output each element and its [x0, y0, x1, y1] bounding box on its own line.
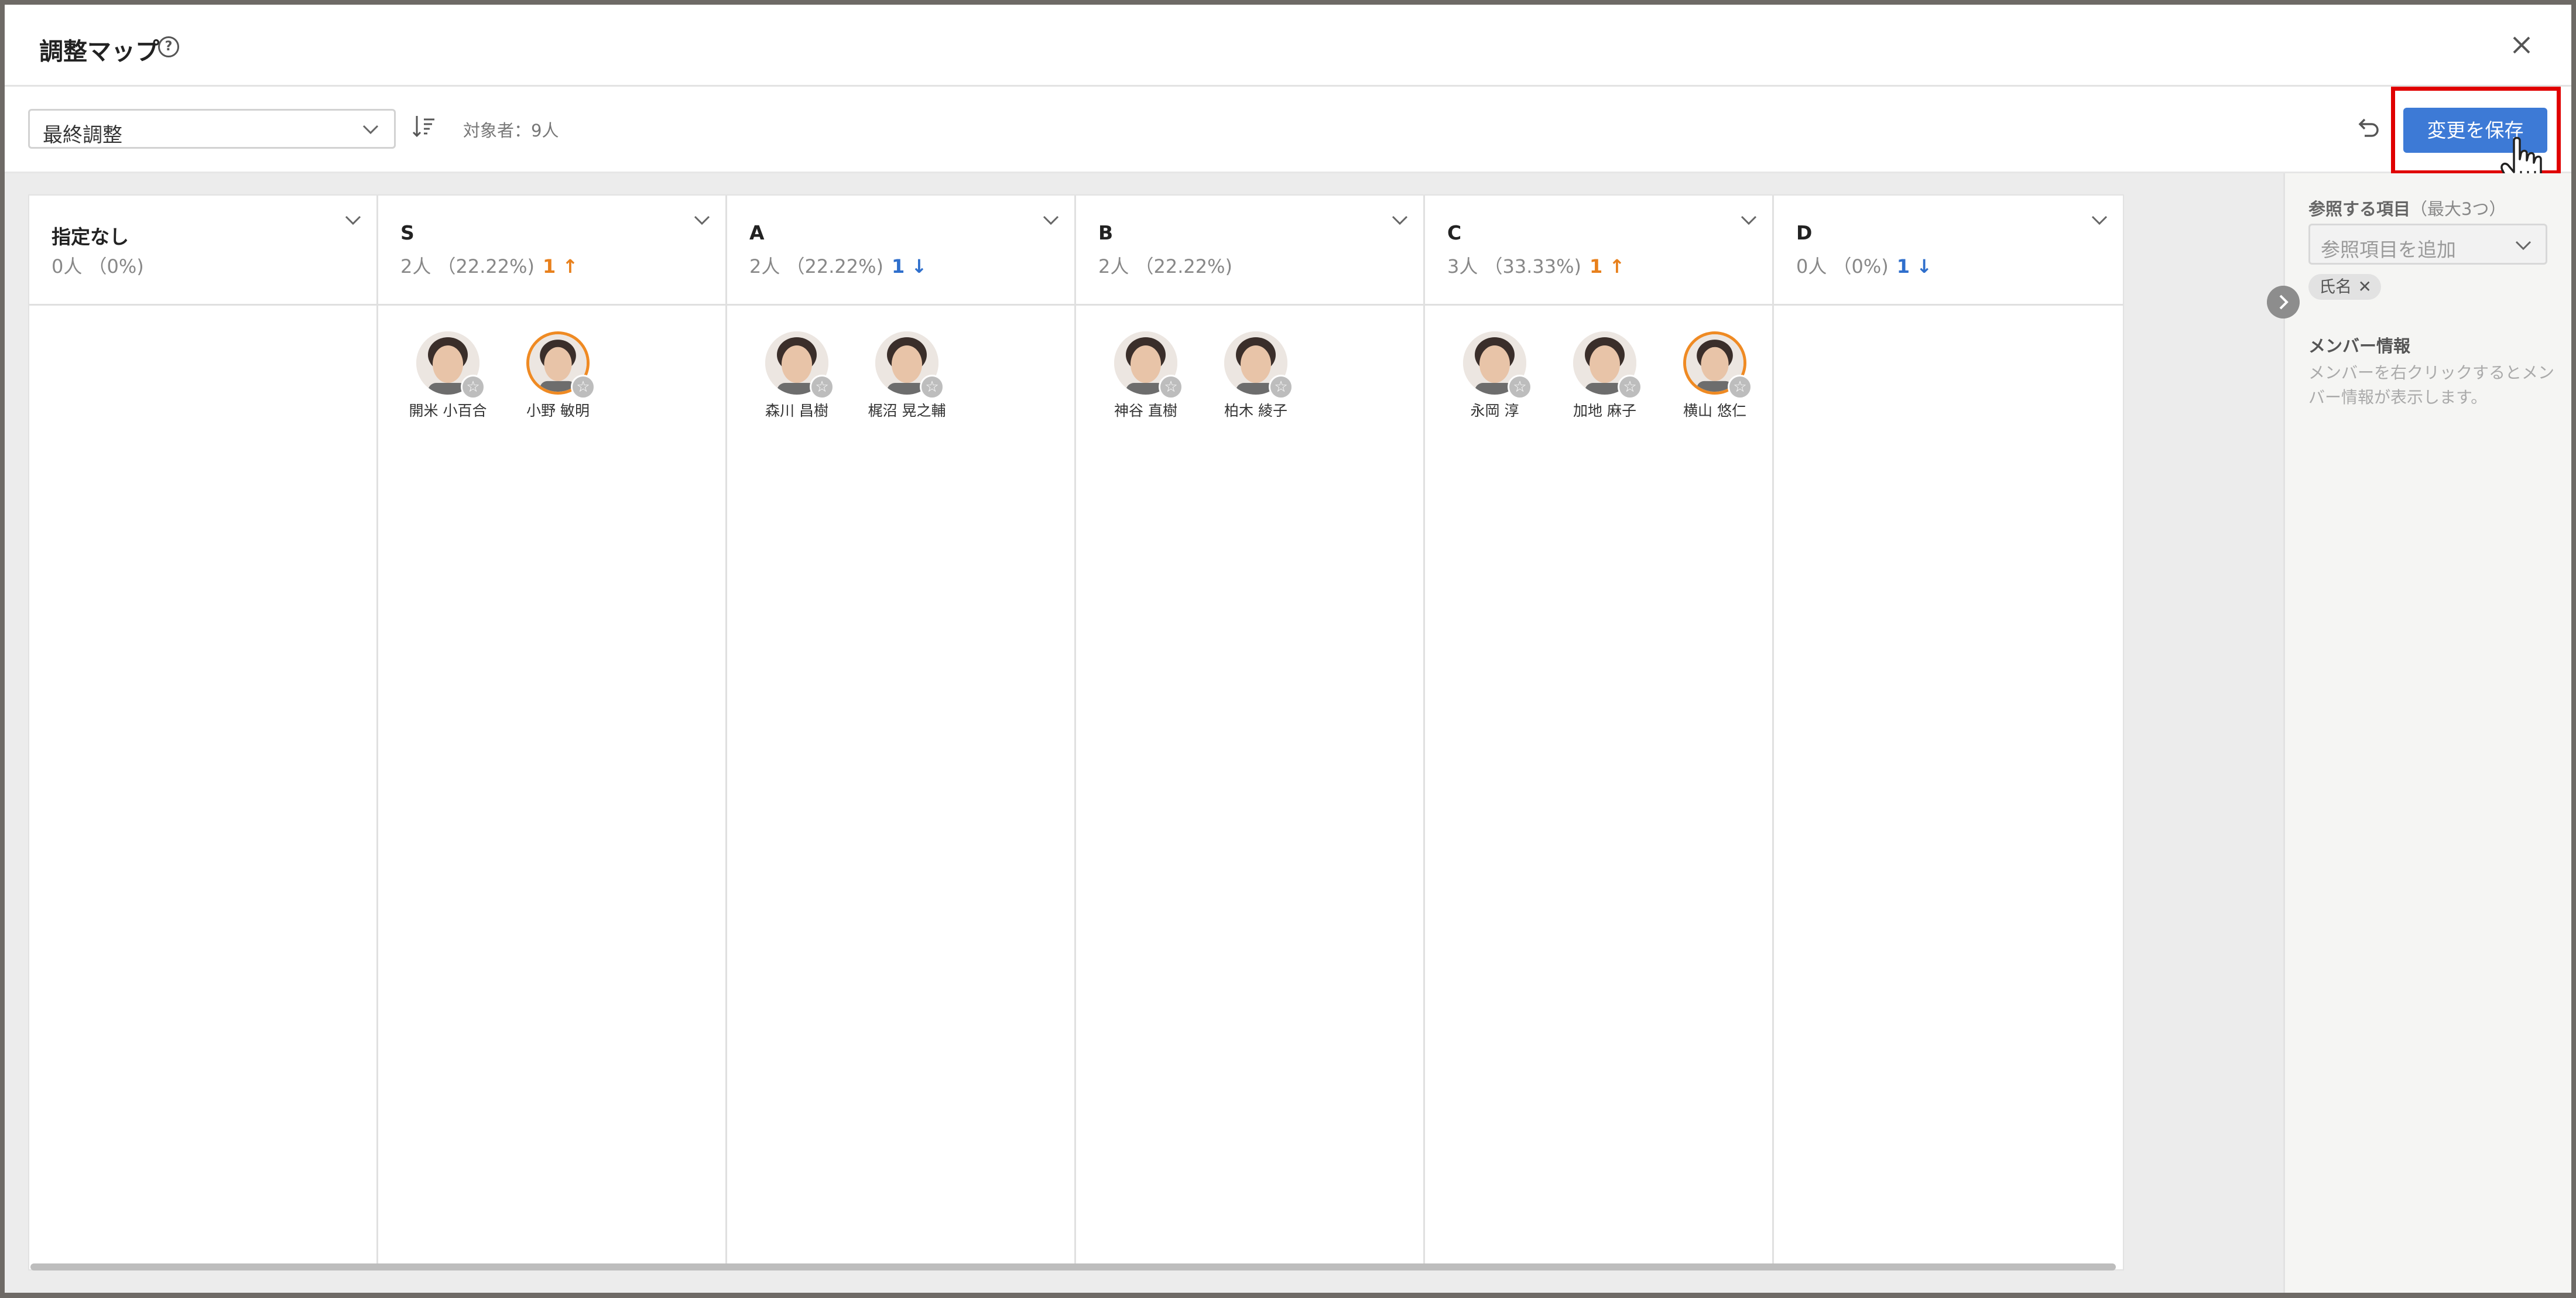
- member-info-title: メンバー情報: [2308, 336, 2411, 356]
- member-card[interactable]: ☆ 神谷 直樹: [1096, 331, 1195, 419]
- member-card[interactable]: ☆ 小野 敏明: [508, 331, 608, 419]
- chevron-down-icon[interactable]: [1042, 213, 1060, 227]
- grade-stats: 2人 （22.22%) 1 ↓: [749, 255, 927, 278]
- grade-stats: 3人 （33.33%) 1 ↑: [1447, 255, 1625, 278]
- grade-column-header: B 2人 （22.22%): [1076, 196, 1423, 306]
- reference-items-select[interactable]: 参照項目を追加: [2308, 224, 2547, 265]
- grade-column-header: A 2人 （22.22%) 1 ↓: [727, 196, 1074, 306]
- chevron-down-icon[interactable]: [1390, 213, 1409, 227]
- member-card[interactable]: ☆ 加地 麻子: [1555, 331, 1654, 419]
- member-name: 梶沼 晃之輔: [868, 402, 946, 419]
- member-card[interactable]: ☆ 横山 悠仁: [1665, 331, 1765, 419]
- star-icon[interactable]: ☆: [1269, 375, 1293, 399]
- grade-name: B: [1098, 221, 1114, 244]
- member-card[interactable]: ☆ 永岡 淳: [1445, 331, 1544, 419]
- star-icon[interactable]: ☆: [1728, 375, 1752, 399]
- chevron-down-icon[interactable]: [1739, 213, 1758, 227]
- grade-column[interactable]: 指定なし 0人 （0%): [29, 196, 378, 1267]
- grade-delta: 1 ↓: [1896, 255, 1933, 278]
- stage-select[interactable]: 最終調整: [28, 109, 396, 149]
- grade-column-header: D 0人 （0%) 1 ↓: [1774, 196, 2123, 306]
- sort-icon[interactable]: [412, 114, 436, 139]
- grade-name: D: [1796, 221, 1813, 244]
- reference-items-label: 参照する項目（最大3つ）: [2308, 199, 2506, 219]
- star-icon[interactable]: ☆: [810, 375, 834, 399]
- member-card[interactable]: ☆ 梶沼 晃之輔: [857, 331, 957, 419]
- member-card[interactable]: ☆ 森川 昌樹: [747, 331, 847, 419]
- chevron-down-icon[interactable]: [2090, 213, 2109, 227]
- modal-header: 調整マップ ?: [5, 5, 2571, 87]
- member-name: 加地 麻子: [1573, 402, 1636, 419]
- adjustment-map-modal: 調整マップ ? 最終調整 対象者：9人 変更を保存 指定なし 0人 （0%) S…: [5, 5, 2571, 1293]
- stage-select-value: 最終調整: [43, 124, 122, 147]
- grade-name: 指定なし: [52, 225, 129, 248]
- help-icon[interactable]: ?: [158, 36, 179, 57]
- modal-title: 調整マップ: [39, 37, 159, 66]
- member-name: 柏木 綾子: [1224, 402, 1287, 419]
- close-icon[interactable]: [2509, 33, 2534, 57]
- chevron-down-icon[interactable]: [344, 213, 362, 227]
- reference-chip-name: 氏名 ✕: [2308, 274, 2382, 300]
- grade-column-header: S 2人 （22.22%) 1 ↑: [378, 196, 725, 306]
- grade-name: C: [1447, 221, 1462, 244]
- grade-stats: 0人 （0%): [52, 255, 144, 278]
- grade-delta: 1 ↑: [1590, 255, 1625, 278]
- board-area: 指定なし 0人 （0%) S 2人 （22.22%) 1 ↑ ☆ 開米 小百合 ☆ 小野 敏明 A…: [5, 173, 2283, 1293]
- star-icon[interactable]: ☆: [920, 375, 944, 399]
- grade-stats: 2人 （22.22%) 1 ↑: [400, 255, 578, 278]
- grade-column[interactable]: A 2人 （22.22%) 1 ↓ ☆ 森川 昌樹 ☆ 梶沼 晃之輔: [727, 196, 1076, 1267]
- member-card[interactable]: ☆ 柏木 綾子: [1206, 331, 1306, 419]
- star-icon[interactable]: ☆: [1508, 375, 1532, 399]
- chevron-down-icon[interactable]: [693, 213, 711, 227]
- chip-remove-icon[interactable]: ✕: [2358, 274, 2372, 300]
- star-icon[interactable]: ☆: [461, 375, 485, 399]
- toolbar: 最終調整 対象者：9人 変更を保存: [5, 87, 2571, 192]
- member-name: 神谷 直樹: [1114, 402, 1177, 419]
- star-icon[interactable]: ☆: [571, 375, 595, 399]
- member-name: 森川 昌樹: [765, 402, 828, 419]
- grade-stats: 2人 （22.22%): [1098, 255, 1233, 278]
- grade-stats: 0人 （0%) 1 ↓: [1796, 255, 1933, 278]
- star-icon[interactable]: ☆: [1159, 375, 1183, 399]
- grade-column[interactable]: S 2人 （22.22%) 1 ↑ ☆ 開米 小百合 ☆ 小野 敏明: [378, 196, 727, 1267]
- grade-delta: 1 ↓: [892, 255, 927, 278]
- member-name: 開米 小百合: [409, 402, 487, 419]
- grade-delta: 1 ↑: [543, 255, 578, 278]
- member-name: 永岡 淳: [1470, 402, 1519, 419]
- side-panel: 参照する項目（最大3つ） 参照項目を追加 氏名 ✕ メンバー情報 メンバーを右ク…: [2283, 173, 2571, 1293]
- grade-name: A: [749, 221, 765, 244]
- grade-name: S: [400, 221, 415, 244]
- member-info-text: メンバーを右クリックするとメンバー情報が表示します。: [2308, 363, 2555, 407]
- reference-items-placeholder: 参照項目を追加: [2321, 238, 2456, 261]
- chevron-down-icon: [362, 125, 379, 135]
- member-name: 横山 悠仁: [1683, 402, 1746, 419]
- target-count: 対象者：9人: [463, 121, 559, 141]
- grade-column-header: C 3人 （33.33%) 1 ↑: [1425, 196, 1772, 306]
- member-name: 小野 敏明: [526, 402, 590, 419]
- star-icon[interactable]: ☆: [1618, 375, 1642, 399]
- member-card[interactable]: ☆ 開米 小百合: [398, 331, 498, 419]
- grade-column[interactable]: D 0人 （0%) 1 ↓: [1774, 196, 2123, 1267]
- chevron-down-icon: [2515, 241, 2532, 251]
- grade-board: 指定なし 0人 （0%) S 2人 （22.22%) 1 ↑ ☆ 開米 小百合 ☆ 小野 敏明 A…: [28, 194, 2124, 1270]
- grade-column[interactable]: C 3人 （33.33%) 1 ↑ ☆ 永岡 淳 ☆ 加地 麻子 ☆ 横山 悠仁: [1425, 196, 1774, 1267]
- horizontal-scrollbar[interactable]: [30, 1263, 2116, 1270]
- chevron-right-icon[interactable]: [2267, 286, 2300, 318]
- undo-icon[interactable]: [2355, 116, 2381, 142]
- grade-column-header: 指定なし 0人 （0%): [29, 196, 376, 306]
- grade-column[interactable]: B 2人 （22.22%) ☆ 神谷 直樹 ☆ 柏木 綾子: [1076, 196, 1425, 1267]
